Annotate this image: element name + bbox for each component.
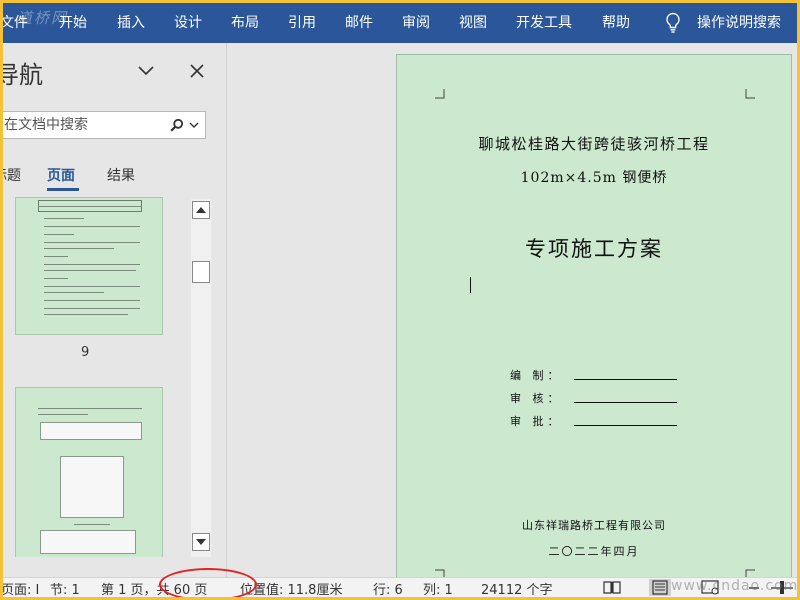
page-thumbnail-10[interactable]: [15, 387, 163, 557]
thumbnail-drawing: [60, 456, 124, 518]
thumbnail-scrollbar[interactable]: [191, 199, 211, 557]
signature-row-reviewed: 审 核：: [510, 390, 677, 406]
crop-mark-icon: [435, 569, 445, 577]
tab-view[interactable]: 视图: [459, 3, 487, 43]
chevron-down-icon[interactable]: [137, 63, 155, 77]
signature-line: [574, 425, 677, 426]
navtab-results[interactable]: 结果: [107, 165, 135, 185]
status-bar: 页面: I 节: 1 第 1 页，共 60 页 位置值: 11.8厘米 行: 6…: [3, 577, 797, 597]
scroll-up-button[interactable]: [192, 201, 210, 219]
text-cursor: [470, 277, 471, 293]
signature-label: 审 核：: [510, 392, 563, 405]
status-column[interactable]: 列: 1: [423, 579, 453, 597]
page-thumbnail-9[interactable]: [15, 197, 163, 335]
thumbnail-drawing: [40, 422, 142, 440]
signature-label: 编 制：: [510, 369, 563, 382]
read-mode-icon[interactable]: [601, 579, 623, 596]
nav-search-input[interactable]: [4, 112, 164, 138]
word-window: 道桥网 文件 开始 插入 设计 布局 引用 邮件 审阅 视图 开发工具 帮助 操…: [3, 3, 797, 597]
document-page[interactable]: 聊城松桂路大街跨徒骇河桥工程 102m×4.5m 钢便桥 专项施工方案 编 制：…: [396, 54, 792, 577]
status-section-page[interactable]: 页面: I: [3, 579, 39, 597]
tab-review[interactable]: 审阅: [402, 3, 430, 43]
status-section[interactable]: 节: 1: [50, 579, 80, 597]
signature-row-approved: 审 批：: [510, 413, 677, 429]
crop-mark-icon: [745, 569, 755, 577]
company-name: 山东祥瑞路桥工程有限公司: [522, 519, 666, 532]
tab-file[interactable]: 文件: [3, 3, 28, 43]
triangle-down-icon: [196, 539, 206, 545]
status-line[interactable]: 行: 6: [373, 579, 403, 597]
status-page-count[interactable]: 第 1 页，共 60 页: [101, 579, 207, 597]
active-tab-indicator: [47, 188, 79, 191]
signature-row-prepared: 编 制：: [510, 367, 677, 383]
thumbnail-drawing: [40, 530, 136, 554]
tab-mailings[interactable]: 邮件: [345, 3, 373, 43]
project-title: 聊城松桂路大街跨徒骇河桥工程: [478, 135, 710, 153]
navigation-pane-title: 导航: [3, 61, 43, 89]
scroll-down-button[interactable]: [192, 533, 210, 551]
tab-home[interactable]: 开始: [59, 3, 87, 43]
print-layout-icon[interactable]: [649, 579, 671, 596]
scrollbar-thumb[interactable]: [192, 261, 210, 283]
tab-references[interactable]: 引用: [288, 3, 316, 43]
signature-line: [574, 402, 677, 403]
document-canvas: 聊城松桂路大街跨徒骇河桥工程 102m×4.5m 钢便桥 专项施工方案 编 制：…: [228, 43, 797, 577]
close-icon[interactable]: [189, 63, 205, 79]
nav-search-box: [3, 111, 206, 139]
tab-insert[interactable]: 插入: [117, 3, 145, 43]
search-icon[interactable]: [170, 118, 184, 132]
page-thumbnail-list: 9: [3, 197, 189, 557]
crop-mark-icon: [745, 89, 755, 99]
tab-design[interactable]: 设计: [174, 3, 202, 43]
signature-label: 审 批：: [510, 415, 563, 428]
tell-me-search[interactable]: 操作说明搜索: [697, 3, 781, 43]
tab-help[interactable]: 帮助: [602, 3, 630, 43]
triangle-up-icon: [196, 207, 206, 213]
ribbon-tab-bar: 道桥网 文件 开始 插入 设计 布局 引用 邮件 审阅 视图 开发工具 帮助 操…: [3, 3, 797, 43]
tab-layout[interactable]: 布局: [231, 3, 259, 43]
search-options-chevron-icon[interactable]: [189, 121, 199, 129]
thumbnail-page-number: 9: [81, 345, 90, 360]
crop-mark-icon: [435, 89, 445, 99]
site-watermark-url: www.cndao.com: [671, 578, 797, 594]
status-word-count[interactable]: 24112 个字: [481, 579, 553, 597]
tab-developer[interactable]: 开发工具: [516, 3, 572, 43]
project-subtitle: 102m×4.5m 钢便桥: [520, 170, 668, 186]
status-position[interactable]: 位置值: 11.8厘米: [240, 579, 342, 597]
lightbulb-icon[interactable]: [664, 12, 682, 34]
document-date: 二〇二二年四月: [548, 545, 640, 558]
signature-line: [574, 379, 677, 380]
navtab-headings[interactable]: 标题: [3, 165, 21, 185]
navtab-pages[interactable]: 页面: [47, 165, 75, 185]
navigation-pane: 导航 标题 页面 结果: [3, 43, 227, 577]
document-heading: 专项施工方案: [525, 237, 663, 261]
